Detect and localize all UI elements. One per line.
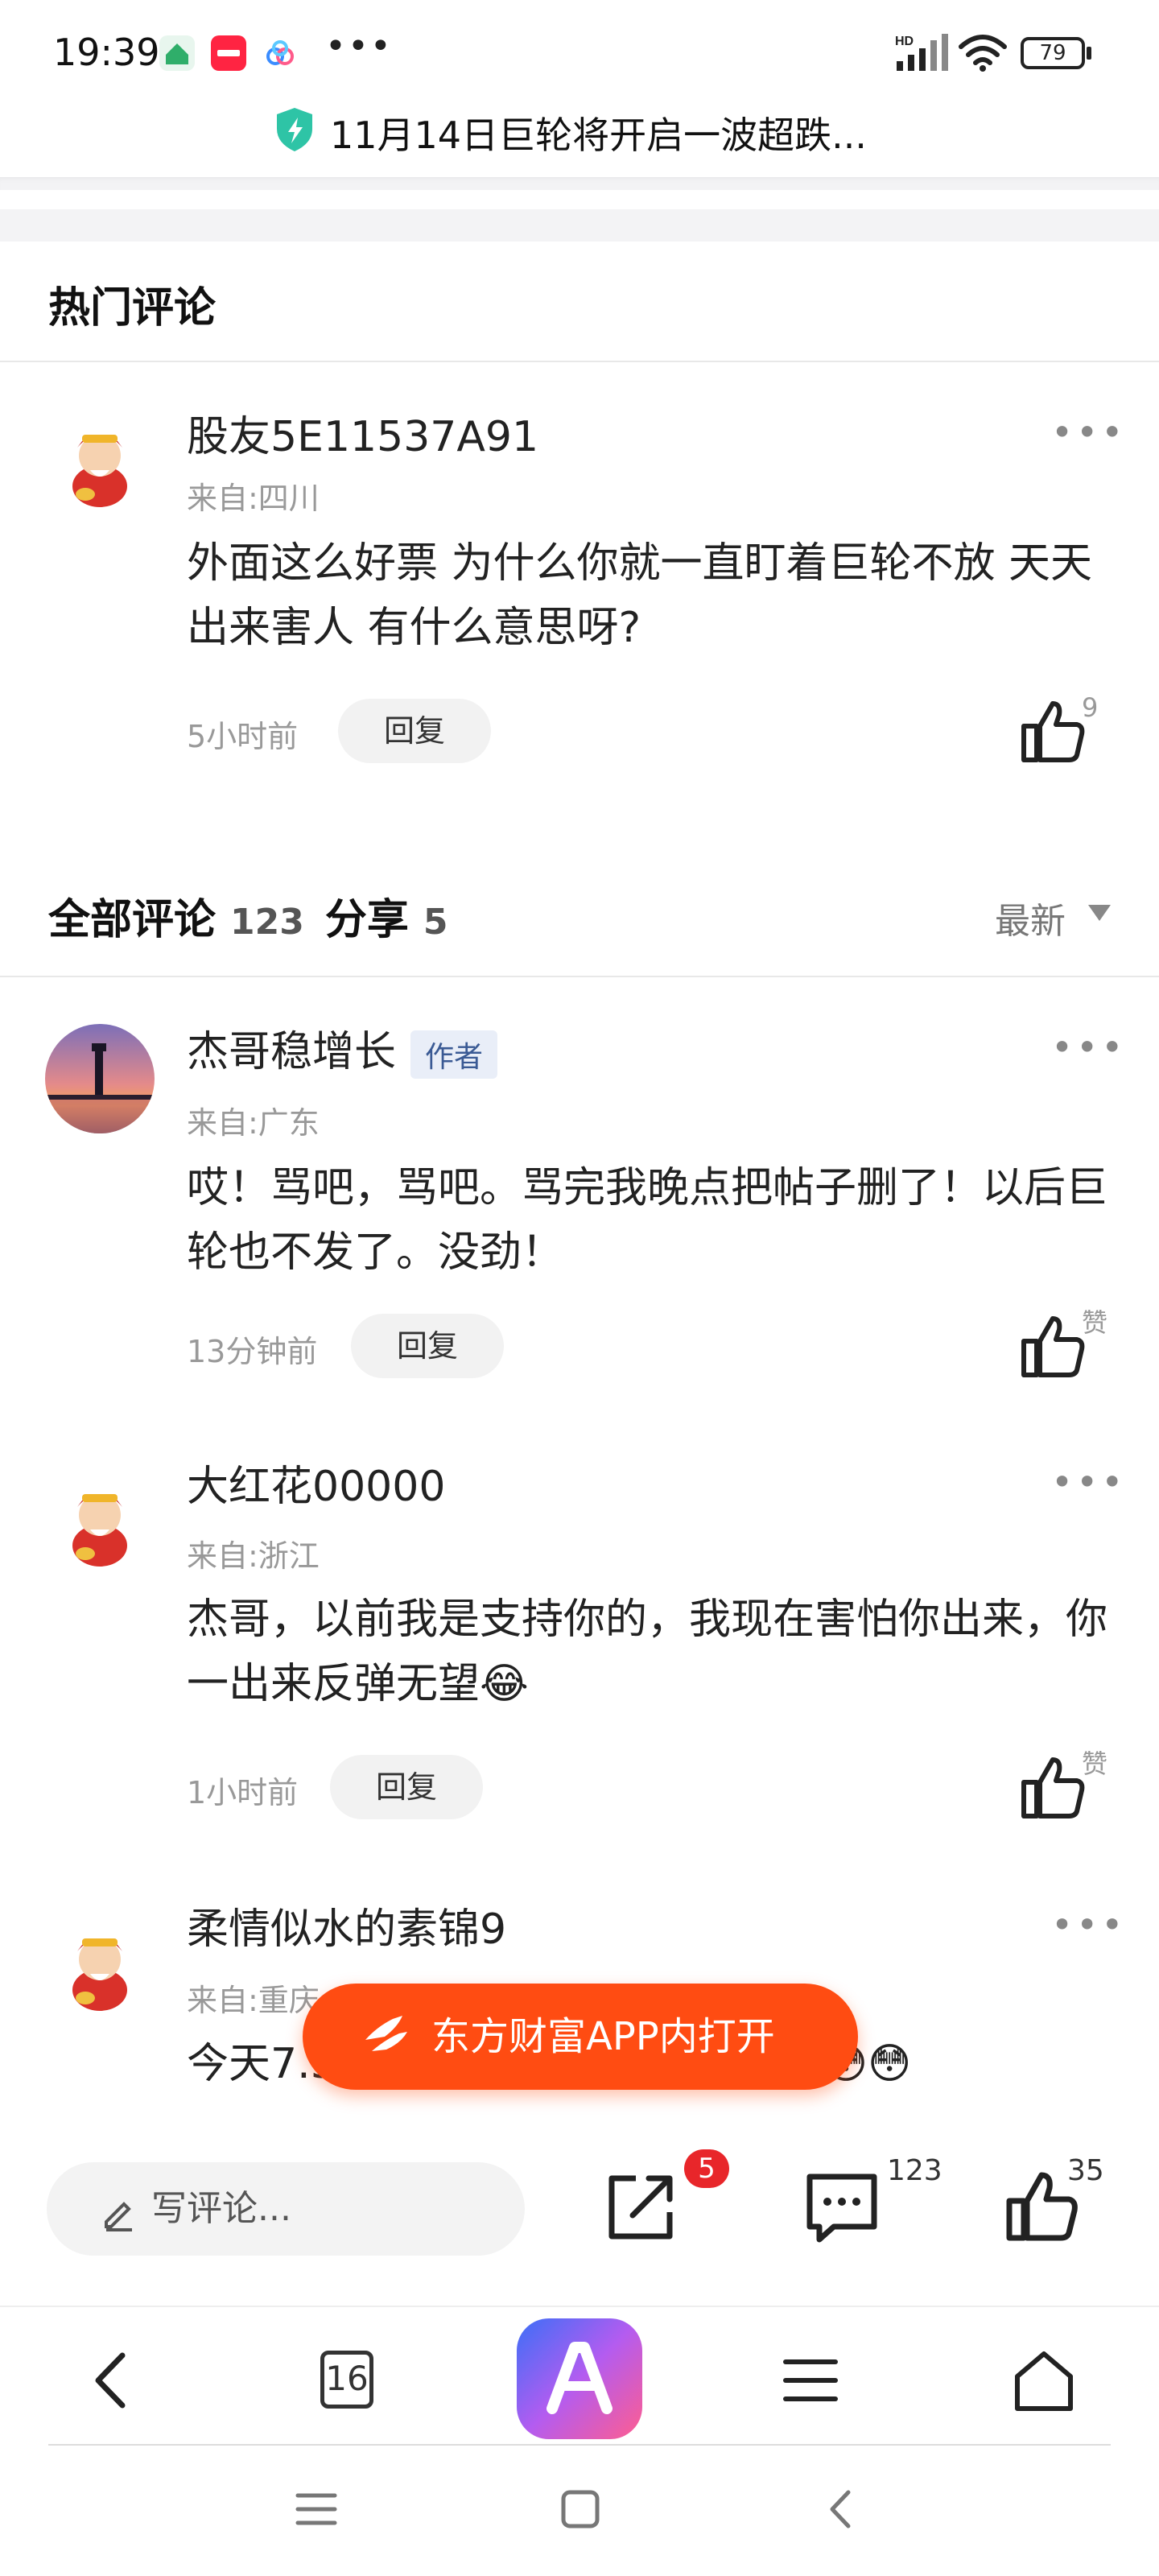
all-comments-count: 123 (230, 902, 304, 943)
avatar[interactable] (45, 1024, 155, 1133)
battery-indicator: 79 (1021, 37, 1085, 69)
home-nav-icon[interactable] (555, 2484, 605, 2534)
comment-count: 123 (887, 2154, 942, 2187)
back-icon[interactable] (77, 2344, 150, 2417)
all-comments-header: 全部评论 123 分享 5 (48, 886, 469, 946)
hot-comment-item: 股友5E11537A91 ••• 来自:四川 外面这么好票 为什么你就一直盯着巨… (0, 361, 1159, 795)
share-badge: 5 (684, 2149, 729, 2188)
more-options-icon[interactable]: ••• (1051, 411, 1126, 454)
comment-content: 外面这么好票 为什么你就一直盯着巨轮不放 天天出来害人 有什么意思呀? (187, 539, 1093, 652)
more-options-icon[interactable]: ••• (1051, 1026, 1126, 1069)
thumbs-up-icon[interactable] (1016, 1311, 1088, 1383)
tabs-button[interactable]: 16 (320, 2351, 373, 2409)
reply-button[interactable]: 回复 (330, 1755, 483, 1819)
avatar[interactable] (45, 1465, 155, 1575)
comment-username[interactable]: 杰哥稳增长 作者 (187, 1018, 498, 1079)
browser-nav-bar: 16 (0, 2306, 1159, 2450)
comment-location: 来自:浙江 (187, 1538, 320, 1574)
home-icon[interactable] (1008, 2344, 1080, 2417)
open-in-app-label[interactable]: 东方财富APP内打开 (431, 2014, 775, 2059)
avatar[interactable] (45, 1909, 155, 2019)
thumbs-up-icon[interactable] (1016, 1752, 1088, 1824)
avatar[interactable] (45, 406, 155, 515)
comment-action-bar: 写评论... 5 123 35 (0, 2125, 1159, 2286)
eastmoney-logo-icon (365, 2016, 407, 2051)
status-time: 19:39 (53, 31, 160, 74)
header-shadow (0, 177, 1159, 190)
write-comment-placeholder[interactable]: 写评论... (151, 2188, 291, 2229)
like-label: 赞 (1082, 1307, 1108, 1338)
like-count: 9 (1082, 692, 1099, 723)
comment-time: 1小时前 (187, 1775, 299, 1810)
share-icon[interactable] (600, 2167, 681, 2248)
more-options-icon[interactable]: ••• (1051, 1903, 1126, 1946)
signal-icon: HD (895, 34, 948, 71)
comment-username[interactable]: 股友5E11537A91 (187, 402, 538, 463)
menu-icon[interactable] (774, 2344, 847, 2417)
shield-icon (277, 108, 312, 151)
comment-content: 哎！骂吧，骂吧。骂完我晚点把帖子删了！以后巨轮也不发了。没劲！ (187, 1164, 1108, 1277)
comment-location: 来自:广东 (187, 1105, 320, 1141)
write-comment-input[interactable]: 写评论... (47, 2162, 525, 2256)
home-app-icon (159, 35, 195, 71)
comment-time: 5小时前 (187, 719, 299, 754)
comment-item: 杰哥稳增长 作者 ••• 来自:广东 哎！骂吧，骂吧。骂完我晚点把帖子删了！以后巨… (0, 976, 1159, 1426)
all-comments-title[interactable]: 全部评论 (48, 896, 216, 944)
reply-button[interactable]: 回复 (338, 699, 491, 763)
hot-comments-title: 热门评论 (48, 284, 217, 332)
reply-button[interactable]: 回复 (351, 1314, 504, 1378)
comment-item: 大红花00000 ••• 来自:浙江 杰哥，以前我是支持你的，我现在害怕你出来，… (0, 1420, 1159, 1863)
pencil-icon (105, 2202, 132, 2231)
comment-location: 来自:重庆 (187, 1983, 320, 2018)
comment-content: 杰哥，以前我是支持你的，我现在害怕你出来，你一出来反弹无望😂 (187, 1596, 1108, 1708)
page-title[interactable]: 11月14日巨轮将开启一波超跌... (330, 106, 867, 159)
back-nav-icon[interactable] (816, 2484, 866, 2534)
comment-username-text[interactable]: 杰哥稳增长 (187, 1028, 396, 1076)
section-separator (0, 209, 1159, 242)
cloud-app-icon (262, 35, 298, 71)
divider (48, 2444, 1111, 2446)
sort-selector[interactable]: 最新 (995, 892, 1066, 943)
more-options-icon[interactable]: ••• (1051, 1460, 1126, 1504)
xiaohongshu-app-icon (211, 35, 246, 71)
comment-icon[interactable] (802, 2167, 882, 2248)
comment-location: 来自:四川 (187, 481, 320, 516)
status-bar: 19:39 ••• HD 79 (0, 0, 1159, 105)
recent-apps-icon[interactable] (291, 2484, 341, 2534)
browser-logo-button[interactable] (517, 2318, 642, 2439)
url-bar[interactable]: 11月14日巨轮将开启一波超跌... (0, 100, 1159, 164)
share-count: 5 (423, 902, 448, 943)
svg-text:HD: HD (895, 35, 914, 48)
battery-tip (1087, 47, 1091, 60)
open-in-app-button[interactable]: 东方财富APP内打开 (303, 1984, 858, 2090)
wifi-icon (959, 35, 1007, 72)
thumbs-up-icon[interactable] (1016, 696, 1088, 768)
comment-username[interactable]: 大红花00000 (187, 1452, 445, 1513)
like-count: 35 (1067, 2154, 1104, 2187)
author-badge: 作者 (410, 1030, 498, 1079)
system-nav-bar (0, 2447, 1159, 2576)
comment-username[interactable]: 柔情似水的素锦9 (187, 1895, 506, 1955)
share-tab-title[interactable]: 分享 (325, 896, 409, 944)
chevron-down-icon[interactable] (1088, 905, 1111, 921)
like-label: 赞 (1082, 1748, 1108, 1779)
status-more-icon: ••• (325, 26, 393, 67)
comment-time: 13分钟前 (187, 1334, 318, 1369)
